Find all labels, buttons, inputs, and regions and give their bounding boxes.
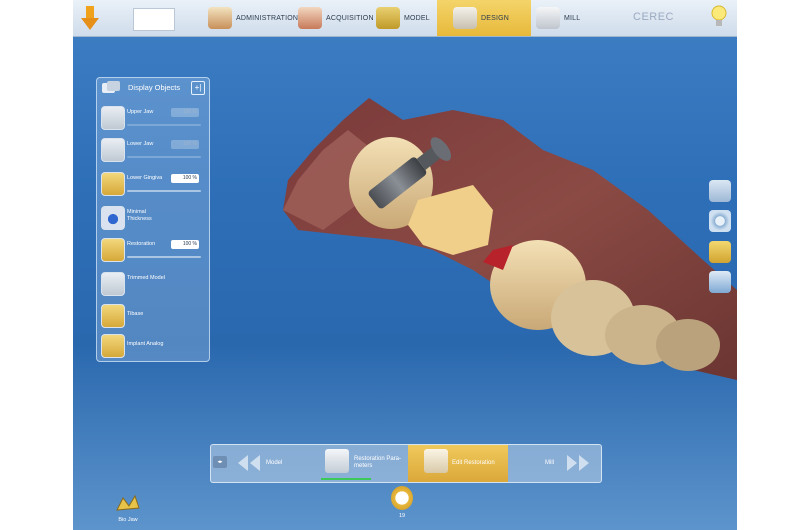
tab-label: MILL xyxy=(564,14,581,22)
trimmed-model-icon xyxy=(101,272,125,296)
opacity-field[interactable]: 100 % xyxy=(171,174,199,183)
bio-jaw-icon xyxy=(116,494,140,511)
lightbulb-icon[interactable] xyxy=(711,4,727,35)
back-arrow-icon[interactable] xyxy=(81,5,99,31)
display-object-tibase[interactable]: Tibase xyxy=(101,304,207,332)
object-label: Lower Jaw xyxy=(127,141,154,147)
design-wizard: ◂▸ Model Restoration Para- meters Edit R… xyxy=(210,444,602,483)
display-object-lower-jaw[interactable]: Lower Jaw 100 % xyxy=(101,138,207,166)
bio-jaw-button[interactable]: Bio Jaw xyxy=(113,492,143,528)
object-label: Upper Jaw xyxy=(127,109,154,115)
tab-design[interactable]: DESIGN xyxy=(437,0,531,36)
wizard-step-label: Mill xyxy=(545,460,554,466)
opacity-slider[interactable] xyxy=(127,156,201,158)
tab-label: ADMINISTRATION xyxy=(236,14,299,22)
model-icon xyxy=(376,7,400,29)
wizard-step-label: Model xyxy=(266,460,283,466)
restoration-parameters-icon xyxy=(325,449,349,473)
mill-icon xyxy=(536,7,560,29)
opacity-field[interactable]: 100 % xyxy=(171,140,199,149)
tab-administration[interactable]: ADMINISTRATION xyxy=(208,0,298,36)
restoration-icon xyxy=(101,238,125,262)
panel-header: Display Objects +| xyxy=(97,78,209,98)
workflow-bar: ADMINISTRATION ACQUISITION MODEL DESIGN … xyxy=(73,0,737,37)
wizard-step-label: Edit Restoration xyxy=(452,460,495,466)
administration-icon xyxy=(208,7,232,29)
cube-view-icon[interactable] xyxy=(709,180,731,202)
acquisition-icon xyxy=(298,7,322,29)
screenshot-icon[interactable] xyxy=(709,271,731,293)
object-label: Tibase xyxy=(127,311,144,317)
wizard-step-mill[interactable]: Mill xyxy=(511,445,599,482)
opacity-slider[interactable] xyxy=(127,190,201,192)
back-chevrons-icon xyxy=(238,455,260,471)
object-label: Lower Gingiva xyxy=(127,175,163,181)
bio-jaw-label: Bio Jaw xyxy=(118,517,138,523)
object-label: Minimal Thickness xyxy=(127,209,152,222)
upper-jaw-icon xyxy=(101,106,125,130)
opacity-slider[interactable] xyxy=(127,124,201,126)
tibase-icon xyxy=(101,304,125,328)
opacity-field[interactable]: 100 % xyxy=(171,108,199,117)
object-label: Trimmed Model xyxy=(127,275,165,281)
display-object-lower-gingiva[interactable]: Lower Gingiva 100 % xyxy=(101,172,207,200)
tab-label: ACQUISITION xyxy=(326,14,374,22)
opacity-field[interactable]: 100 % xyxy=(171,240,199,249)
progress-bar xyxy=(321,478,371,480)
design-icon xyxy=(453,7,477,29)
display-objects-icon xyxy=(101,80,121,96)
object-label: Implant Analog xyxy=(127,341,164,347)
display-objects-panel: Display Objects +| Upper Jaw 100 % Lower… xyxy=(96,77,210,362)
panel-title: Display Objects xyxy=(128,83,181,92)
wizard-step-restoration-parameters[interactable]: Restoration Para- meters xyxy=(321,445,406,482)
wizard-step-model[interactable]: Model xyxy=(231,445,319,482)
brand-logo: CEREC xyxy=(633,11,675,23)
tab-model[interactable]: MODEL xyxy=(376,0,430,36)
minimal-thickness-icon xyxy=(101,206,125,230)
tooth-icon xyxy=(391,486,413,510)
patient-thumbnail[interactable] xyxy=(133,8,175,31)
display-object-implant-analog[interactable]: Implant Analog xyxy=(101,334,207,362)
tooth-number: 19 xyxy=(398,513,406,519)
wizard-collapse-button[interactable]: ◂▸ xyxy=(213,456,227,468)
lower-jaw-icon xyxy=(101,138,125,162)
tab-mill[interactable]: MILL xyxy=(536,0,580,36)
display-object-upper-jaw[interactable]: Upper Jaw 100 % xyxy=(101,106,207,134)
tab-label: MODEL xyxy=(404,14,430,22)
tab-label: DESIGN xyxy=(481,14,510,22)
cerec-window: ADMINISTRATION ACQUISITION MODEL DESIGN … xyxy=(73,0,737,530)
opacity-slider[interactable] xyxy=(127,256,201,258)
rotate-icon[interactable] xyxy=(709,210,731,232)
display-object-minimal-thickness[interactable]: Minimal Thickness xyxy=(101,206,207,234)
object-label: Restoration xyxy=(127,241,156,247)
display-object-trimmed-model[interactable]: Trimmed Model xyxy=(101,272,207,300)
gingiva-icon xyxy=(101,172,125,196)
expand-button[interactable]: +| xyxy=(191,81,205,95)
wizard-step-edit-restoration[interactable]: Edit Restoration xyxy=(408,445,508,482)
implant-analog-icon xyxy=(101,334,125,358)
tool-icon[interactable] xyxy=(709,241,731,263)
wizard-step-label: Restoration Para- meters xyxy=(354,456,402,469)
display-object-restoration[interactable]: Restoration 100 % xyxy=(101,238,207,266)
tab-acquisition[interactable]: ACQUISITION xyxy=(298,0,374,36)
edit-restoration-icon xyxy=(424,449,448,473)
forward-chevrons-icon xyxy=(567,455,589,471)
tooth-selector[interactable]: 19 xyxy=(391,486,413,524)
